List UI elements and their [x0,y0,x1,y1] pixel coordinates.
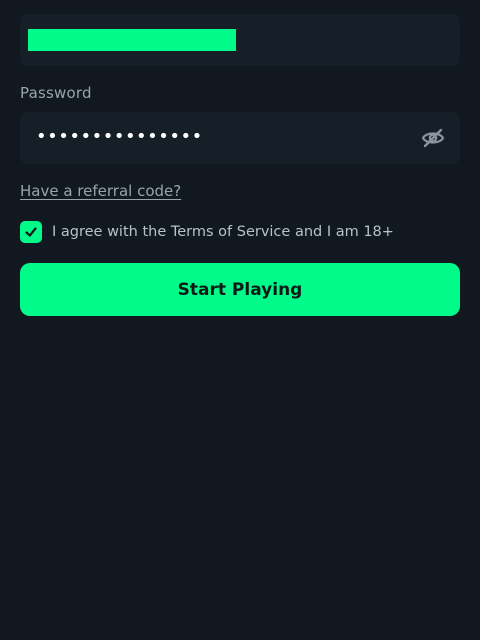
start-playing-button[interactable]: Start Playing [20,263,460,316]
email-redaction-bar [28,29,236,51]
terms-checkbox[interactable] [20,221,42,243]
signup-form: Password ••••••••••••••• Have a referral… [0,0,480,640]
password-value: ••••••••••••••• [36,126,203,147]
email-field[interactable] [20,14,460,66]
eye-off-icon[interactable] [420,126,446,150]
terms-agreement-row: I agree with the Terms of Service and I … [20,221,394,243]
referral-code-link[interactable]: Have a referral code? [20,182,181,200]
check-icon [25,227,37,237]
password-field[interactable]: ••••••••••••••• [20,112,460,164]
password-label: Password [20,84,92,102]
terms-agreement-text: I agree with the Terms of Service and I … [52,224,394,240]
